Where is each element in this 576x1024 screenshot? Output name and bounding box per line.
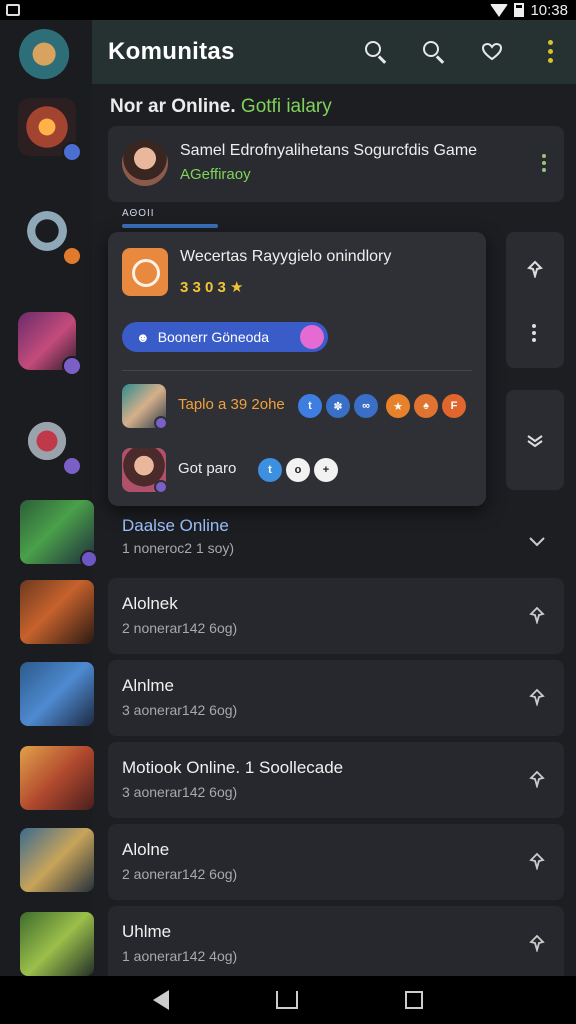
row-title: Motiook Online. 1 Soollecade [122, 758, 344, 777]
search-icon[interactable] [364, 40, 388, 64]
sidebar-community-avatar-2[interactable] [18, 98, 82, 162]
row-subtitle: 1 noneroc2 1 soy) [122, 540, 235, 556]
list-item[interactable]: Alolne 2 aonerar142 6og) [108, 824, 564, 900]
sidebar-community-avatar-4[interactable] [18, 312, 82, 376]
notification-card[interactable]: Samel Edrofnyalihetans Sogurcfdis Game A… [108, 126, 564, 202]
share-icon[interactable]: ✽ [326, 394, 350, 418]
list-thumbnail-4 [20, 746, 94, 810]
community-popup: Wecertas Rayygielo onindlory 3 3 0 3 ★ ☻… [108, 232, 486, 506]
divider [122, 370, 472, 371]
popup-title: Wecertas Rayygielo onindlory [180, 248, 392, 265]
search-members-icon[interactable] [422, 40, 446, 64]
member-badge-icon [62, 456, 82, 476]
app-header: Komunitas [92, 20, 576, 84]
list-thumbnail-3 [20, 662, 94, 726]
pin-icon[interactable] [528, 852, 546, 870]
more-vert-icon[interactable] [538, 40, 562, 64]
more-vert-icon[interactable] [532, 324, 536, 342]
twitter-icon[interactable]: t [298, 394, 322, 418]
section-title: Nor ar Online. Gotfi ialary [110, 96, 332, 118]
row-title: Alnlme [122, 676, 174, 695]
status-bar: 10:38 [0, 0, 576, 20]
sidebar-community-avatar-1[interactable] [18, 28, 76, 86]
list-item[interactable]: Alolnek 2 nonerar142 6og) [108, 578, 564, 654]
flag-icon[interactable]: F [442, 394, 466, 418]
row-subtitle: 2 aonerar142 6og) [122, 866, 238, 882]
list-thumbnail-1 [20, 500, 98, 568]
row-title: Alolnek [122, 594, 178, 613]
list-item[interactable]: Uhlme 1 aonerar142 4og) [108, 906, 564, 982]
back-icon[interactable] [153, 990, 170, 1010]
section-title-main: Nor ar Online. [110, 96, 241, 117]
join-button-label: Boonerr Göneoda [157, 329, 269, 345]
member-badge-icon [62, 356, 82, 376]
heart-chat-icon[interactable] [480, 40, 504, 64]
avatar [122, 140, 168, 186]
side-actions-panel [506, 232, 564, 368]
battery-icon [514, 3, 525, 17]
row-title: Daalse Online [122, 516, 229, 535]
member-badge-icon [154, 416, 168, 430]
wifi-icon [490, 3, 509, 17]
reaction-icon[interactable]: ♠ [414, 394, 438, 418]
list-item[interactable]: Motiook Online. 1 Soollecade 3 aonerar14… [108, 742, 564, 818]
verified-badge-icon [62, 142, 82, 162]
popup-rating: 3 3 0 3 ★ [180, 279, 244, 296]
recents-icon[interactable] [404, 991, 423, 1009]
add-icon[interactable]: + [314, 458, 338, 482]
game-app-icon [122, 248, 168, 296]
row-subtitle: 2 nonerar142 6og) [122, 620, 238, 636]
row-subtitle: 3 aonerar142 6og) [122, 784, 238, 800]
system-nav-bar [0, 976, 576, 1024]
tab-indicator [122, 224, 218, 228]
notification-more-icon[interactable] [542, 154, 546, 175]
page-title: Komunitas [108, 38, 235, 65]
row-subtitle: 3 aonerar142 6og) [122, 702, 238, 718]
heart-icon[interactable] [300, 325, 324, 349]
fire-icon[interactable]: ★ [386, 394, 410, 418]
pin-icon[interactable] [528, 688, 546, 706]
pin-icon[interactable] [528, 606, 546, 624]
pin-icon[interactable] [528, 934, 546, 952]
section-title-accent: Gotfi ialary [240, 96, 332, 117]
clock: 10:38 [530, 1, 568, 19]
list-item[interactable]: Alnlme 3 aonerar142 6og) [108, 660, 564, 736]
link-icon[interactable]: ∞ [354, 394, 378, 418]
chevron-down-icon[interactable] [528, 532, 546, 550]
popup-row-label: Taplo a 39 2ohe [178, 396, 285, 413]
popup-row-1[interactable]: Taplo a 39 2ohe t ✽ ∞ ★ ♠ F [122, 384, 472, 430]
list-item[interactable]: Daalse Online 1 noneroc2 1 soy) [108, 506, 564, 576]
screen: 10:38 Komunitas Nor ar Online. Gotfi ial… [0, 0, 576, 1024]
popup-row-2[interactable]: Got paro t o + [122, 448, 472, 494]
twitter-icon[interactable]: t [258, 458, 282, 482]
notification-badge-icon [62, 246, 82, 266]
notification-subtitle: AGeffiraoy [180, 166, 251, 183]
row-subtitle: 1 aonerar142 4og) [122, 948, 238, 964]
join-button[interactable]: ☻ Boonerr Göneoda [122, 322, 328, 352]
list-thumbnail-5 [20, 828, 94, 892]
list-thumbnail-2 [20, 580, 94, 644]
pin-icon[interactable] [528, 770, 546, 788]
popup-row-label: Got paro [178, 460, 237, 477]
sidebar-community-avatar-3[interactable] [18, 202, 82, 266]
notification-title: Samel Edrofnyalihetans Sogurcfdis Game [180, 142, 478, 159]
gallery-icon [6, 4, 20, 16]
sidebar-community-avatar-5[interactable] [18, 412, 82, 476]
row-title: Alolne [122, 840, 170, 859]
row-title: Uhlme [122, 922, 172, 941]
member-badge-icon [154, 480, 168, 494]
ring-icon[interactable]: o [286, 458, 310, 482]
list-thumbnail-6 [20, 912, 94, 976]
chevron-down-icon[interactable] [526, 434, 544, 448]
pin-icon[interactable] [526, 260, 544, 278]
user-icon: ☻ [136, 329, 150, 345]
home-icon[interactable] [275, 991, 298, 1009]
tab-label: ΑΘΟΙΙ [122, 208, 155, 219]
side-expand-panel [506, 390, 564, 490]
